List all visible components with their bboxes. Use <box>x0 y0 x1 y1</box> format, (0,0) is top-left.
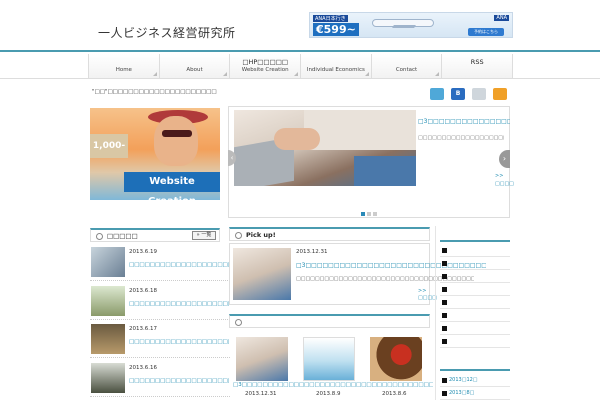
circle-icon <box>235 232 242 239</box>
news-title[interactable]: □□□□□□□□□□□□□□□□□□□□□□□□□□□□□□□□□□□□□□□ <box>129 339 229 345</box>
slide-image[interactable] <box>234 110 416 186</box>
sidebar-item[interactable] <box>440 257 510 270</box>
nav-divider <box>0 78 600 79</box>
slider-dot[interactable] <box>361 212 365 216</box>
sidebar-item[interactable] <box>440 283 510 296</box>
slide-description: □□□□□□□□□□□□□□□□□□□□□□□□□□□□□□□□ <box>418 135 504 141</box>
gallery-date: 2013.8.6 <box>382 391 407 397</box>
sidebar-item[interactable] <box>440 335 510 348</box>
news-date: 2013.6.16 <box>129 365 157 371</box>
pickup-section-header: Pick up! <box>229 227 430 241</box>
nav-label: Contact <box>395 67 418 73</box>
banner-sign: 1,000- <box>90 134 128 158</box>
nav-item-contact[interactable]: Contact <box>371 54 443 78</box>
site-logo[interactable]: 一人ビジネス経営研究所 <box>98 24 236 41</box>
nav-item-home[interactable]: Home <box>89 54 160 78</box>
nav-item-rss[interactable]: RSS <box>442 54 514 78</box>
news-thumb[interactable] <box>91 247 125 277</box>
news-date: 2013.6.18 <box>129 288 157 294</box>
sidebar-item[interactable] <box>440 322 510 335</box>
nav-label: Home <box>115 67 132 73</box>
site-tagline: "□□"□□□□□□□□□□□□□□□□□□□□□ <box>92 89 217 95</box>
archive-item[interactable]: 2013□12□ <box>440 374 510 387</box>
feed-icon[interactable] <box>472 88 486 100</box>
ad-brand-right: ANA <box>494 15 509 21</box>
nav-label: Individual Economics <box>306 67 365 73</box>
website-creation-banner[interactable]: 1,000- Website Creation <box>90 108 220 200</box>
sidebar-item[interactable] <box>440 296 510 309</box>
square-bullet-icon <box>442 339 447 344</box>
ad-price: €599~ <box>313 23 359 36</box>
nav-label: About <box>186 67 203 73</box>
sidebar-item[interactable] <box>440 309 510 322</box>
section-title: Pick up! <box>246 231 276 239</box>
ana-banner-ad[interactable]: ANA日本行き €599~ ANA 予約はこちら <box>309 12 513 38</box>
news-thumb[interactable] <box>91 363 125 393</box>
bird-icon[interactable] <box>430 88 444 100</box>
gallery-date: 2013.12.31 <box>245 391 277 397</box>
header-divider <box>0 50 600 52</box>
pickup-date: 2013.12.31 <box>296 249 328 255</box>
ad-book-button[interactable]: 予約はこちら <box>468 28 504 36</box>
gallery-image[interactable] <box>236 337 288 381</box>
section-title: □□□□□ <box>107 232 138 240</box>
slide-more-text[interactable]: □□□□ <box>495 181 514 187</box>
news-title[interactable]: □□□□□□□□□□□□□□□□□□□□□□□□□□□□□□□□□□ <box>129 378 229 384</box>
news-date: 2013.6.19 <box>129 249 157 255</box>
gallery-date: 2013.8.9 <box>316 391 341 397</box>
archive-item[interactable]: 2013□8□ <box>440 387 510 400</box>
rss-icon[interactable] <box>493 88 507 100</box>
gallery-image[interactable] <box>303 337 355 381</box>
nav-top-label: □HP□□□□□ <box>242 58 288 66</box>
square-bullet-icon <box>442 287 447 292</box>
news-title[interactable]: □□□□□□□□□□□□□□□□□□□□□□□□□□ <box>129 262 229 268</box>
slide-title[interactable]: □3□□□□□□□□□□□□□□□□□□□□□□□□□ <box>418 118 510 125</box>
square-bullet-icon <box>442 300 447 305</box>
square-bullet-icon <box>442 274 447 279</box>
news-title[interactable]: □□□□□□□□□□□□□□□□□□□□□□□□□□□□□□□□□□□ <box>129 301 229 307</box>
nav-item-about[interactable]: About <box>159 54 231 78</box>
nav-label: Website Creation <box>241 67 289 73</box>
news-thumb[interactable] <box>91 324 125 354</box>
sidebar-header <box>440 228 510 242</box>
slider-dot[interactable] <box>367 212 371 216</box>
news-thumb[interactable] <box>91 286 125 316</box>
nav-top-label: RSS <box>470 58 484 66</box>
slider-next-icon[interactable]: › <box>499 150 510 168</box>
circle-icon <box>96 233 103 240</box>
news-item[interactable]: 2013.6.18 □□□□□□□□□□□□□□□□□□□□□□□□□□□□□□… <box>90 284 230 320</box>
square-bullet-icon <box>442 391 447 396</box>
ad-brand-left: ANA日本行き <box>313 15 348 22</box>
square-bullet-icon <box>442 326 447 331</box>
news-item[interactable]: 2013.6.19 □□□□□□□□□□□□□□□□□□□□□□□□□□ <box>90 245 230 281</box>
nav-item-website-creation[interactable]: □HP□□□□□ Website Creation <box>230 54 302 78</box>
pickup-more-link[interactable]: >> <box>418 288 426 294</box>
square-bullet-icon <box>442 378 447 383</box>
news-all-button[interactable]: » 一覧 <box>192 231 216 240</box>
news-item[interactable]: 2013.6.17 □□□□□□□□□□□□□□□□□□□□□□□□□□□□□□… <box>90 322 230 358</box>
gallery-image[interactable] <box>370 337 422 381</box>
sidebar-item[interactable] <box>440 244 510 257</box>
hatena-icon[interactable]: B <box>451 88 465 100</box>
main-nav: Home About □HP□□□□□ Website Creation Ind… <box>88 54 514 78</box>
gallery-section-header <box>229 314 430 328</box>
news-date: 2013.6.17 <box>129 326 157 332</box>
banner-label: Website Creation <box>124 172 220 200</box>
nav-item-individual-economics[interactable]: Individual Economics <box>301 54 372 78</box>
square-bullet-icon <box>442 261 447 266</box>
slider-dot[interactable] <box>373 212 377 216</box>
sidebar-item[interactable] <box>440 270 510 283</box>
gallery-caption[interactable]: □3□□□□□□□□□□□□□□□□□□□□□□□□□□□□□□□□□□□□□□… <box>233 382 433 388</box>
circle-icon <box>235 319 242 326</box>
square-bullet-icon <box>442 248 447 253</box>
archive-header <box>440 357 510 371</box>
news-item[interactable]: 2013.6.16 □□□□□□□□□□□□□□□□□□□□□□□□□□□□□□… <box>90 361 230 397</box>
pickup-image[interactable] <box>233 248 291 300</box>
airplane-icon <box>372 19 434 27</box>
slide-more-link[interactable]: >> <box>495 173 503 179</box>
sidebar-divider <box>435 226 436 400</box>
square-bullet-icon <box>442 313 447 318</box>
